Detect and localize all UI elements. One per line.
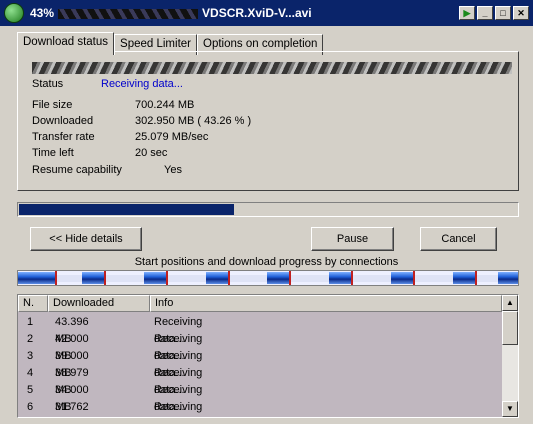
close-button[interactable]: ✕ [513,6,529,20]
connection-start-marker [289,271,291,285]
hide-details-button[interactable]: << Hide details [30,227,142,251]
time-left-row: Time left 20 sec [32,147,167,159]
cell-n: 5 [27,384,34,396]
redacted-url [32,62,512,74]
cell-info: Receiving data... [154,401,203,413]
download-status-panel: Status Receiving data... File size 700.2… [17,51,519,191]
window-buttons: ▶ _ □ ✕ [459,6,529,20]
progress-fill [19,204,234,215]
connection-start-marker [228,271,230,285]
status-value: Receiving data... [101,78,183,90]
column-header-info[interactable]: Info [150,295,502,312]
globe-download-icon [4,3,24,23]
status-label: Status [32,78,64,90]
title-filename: VDSCR.XviD-V...avi [202,6,312,20]
redacted-filename [58,8,199,19]
minimize-button[interactable]: _ [477,6,493,20]
tab-strip: Download status Speed Limiter Options on… [17,32,324,55]
cell-n: 2 [27,333,34,345]
connection-start-marker [413,271,415,285]
connection-segment [329,272,351,284]
connection-start-marker [166,271,168,285]
cell-downloaded: 31.762 MB [55,401,89,413]
title-bar[interactable]: 43% VDSCR.XviD-V...avi ▶ _ □ ✕ [0,0,533,26]
resume-label: Resume capability [32,164,122,176]
connection-segment [267,272,289,284]
connection-segment [206,272,228,284]
title-percent: 43% [30,6,55,20]
tab-download-status[interactable]: Download status [17,32,115,55]
downloaded-value: 302.950 MB ( 43.26 % ) [135,115,252,127]
resume-value: Yes [164,164,182,176]
maximize-button[interactable]: □ [495,6,511,20]
file-size-value: 700.244 MB [135,99,195,111]
time-left-value: 20 sec [135,147,168,159]
downloaded-row: Downloaded 302.950 MB ( 43.26 % ) [32,115,251,127]
connection-segment [498,272,518,284]
connection-start-marker [104,271,106,285]
connection-start-marker [475,271,477,285]
cell-n: 1 [27,316,34,328]
connection-segment [391,272,413,284]
connections-progress-bar [17,270,519,286]
file-size-label: File size [32,99,73,111]
transfer-rate-row: Transfer rate 25.079 MB/sec [32,131,208,143]
time-left-label: Time left [32,147,74,159]
connection-segment [144,272,166,284]
connection-start-marker [55,271,57,285]
column-header-downloaded[interactable]: Downloaded [48,295,150,312]
connection-segment [82,272,104,284]
play-button[interactable]: ▶ [459,6,475,20]
connections-table[interactable]: N. Downloaded Info 1 43.396 MB Receiving… [17,294,519,418]
window-title: 43% VDSCR.XviD-V...avi [30,6,459,20]
cell-n: 4 [27,367,34,379]
download-progress-bar [17,202,519,217]
cancel-button[interactable]: Cancel [420,227,497,251]
table-header: N. Downloaded Info [18,295,502,312]
connection-start-marker [351,271,353,285]
resume-row: Resume capability Yes [32,164,182,176]
column-header-n[interactable]: N. [18,295,48,312]
cell-n: 6 [27,401,34,413]
arrow-up-icon[interactable]: ▲ [502,295,518,311]
connection-segment [18,272,56,284]
file-size-row: File size 700.244 MB [32,99,194,111]
downloaded-label: Downloaded [32,115,94,127]
transfer-rate-label: Transfer rate [32,131,95,143]
arrow-down-icon[interactable]: ▼ [502,401,518,417]
scroll-thumb[interactable] [502,311,518,345]
status-row: Status Receiving data... [32,78,183,90]
transfer-rate-value: 25.079 MB/sec [135,131,209,143]
connection-segment [453,272,475,284]
connections-label: Start positions and download progress by… [134,256,399,268]
cell-n: 3 [27,350,34,362]
vertical-scrollbar[interactable]: ▲ ▼ [502,295,518,417]
pause-button[interactable]: Pause [311,227,394,251]
